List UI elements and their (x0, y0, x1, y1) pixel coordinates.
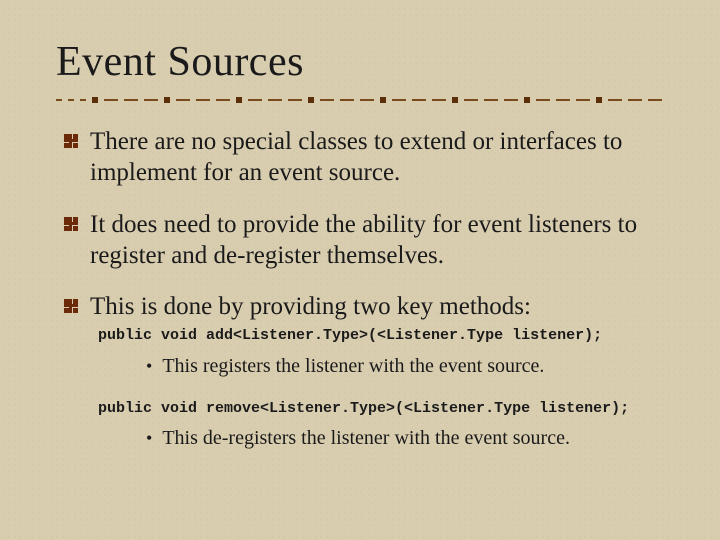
sub-bullet: • This de-registers the listener with th… (146, 426, 664, 451)
code-line: public void add<Listener.Type>(<Listener… (98, 326, 664, 346)
slide: Event Sources There are no special class… (0, 0, 720, 540)
bullet-text: It does need to provide the ability for … (90, 209, 664, 272)
bullet-icon (64, 217, 78, 231)
title-divider (56, 96, 664, 104)
dot-icon: • (146, 429, 152, 447)
bullet-item: This is done by providing two key method… (64, 291, 664, 322)
slide-body: There are no special classes to extend o… (56, 126, 664, 451)
bullet-text: There are no special classes to extend o… (90, 126, 664, 189)
bullet-icon (64, 299, 78, 313)
sub-bullet-text: This registers the listener with the eve… (162, 354, 544, 379)
sub-bullet-text: This de-registers the listener with the … (162, 426, 570, 451)
code-line: public void remove<Listener.Type>(<Liste… (98, 399, 664, 419)
bullet-item: There are no special classes to extend o… (64, 126, 664, 189)
dot-icon: • (146, 357, 152, 375)
bullet-item: It does need to provide the ability for … (64, 209, 664, 272)
slide-title: Event Sources (56, 38, 664, 86)
bullet-text: This is done by providing two key method… (90, 291, 531, 322)
sub-bullet: • This registers the listener with the e… (146, 354, 664, 379)
sub-content: public void add<Listener.Type>(<Listener… (98, 326, 664, 451)
bullet-icon (64, 134, 78, 148)
